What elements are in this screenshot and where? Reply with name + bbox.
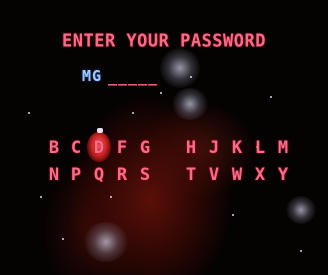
- letter-key-b[interactable]: B: [45, 138, 63, 158]
- letter-key-x[interactable]: X: [251, 165, 269, 185]
- letter-key-s[interactable]: S: [136, 165, 154, 185]
- nebula-cloud: [84, 222, 128, 262]
- star: [110, 196, 112, 198]
- cursor-marker-icon: [97, 128, 103, 133]
- letter-key-k[interactable]: K: [228, 138, 246, 158]
- star: [270, 96, 272, 98]
- star: [232, 214, 234, 216]
- letter-key-m[interactable]: M: [274, 138, 292, 158]
- password-remaining-blanks: _____: [108, 68, 159, 86]
- nebula-cloud: [286, 196, 316, 224]
- password-prompt-title: ENTER YOUR PASSWORD: [62, 30, 266, 52]
- keyboard-row-2: N P Q R S T V W X Y: [0, 165, 328, 185]
- letter-key-n[interactable]: N: [45, 165, 63, 185]
- letter-key-j[interactable]: J: [205, 138, 223, 158]
- letter-key-p[interactable]: P: [67, 165, 85, 185]
- letter-key-t[interactable]: T: [182, 165, 200, 185]
- star: [40, 196, 42, 198]
- star: [28, 112, 30, 114]
- keyboard-row-1: B C D F G H J K L M: [0, 138, 328, 158]
- letter-key-f[interactable]: F: [113, 138, 131, 158]
- password-screen: ENTER YOUR PASSWORD MG _____ B C D F G H…: [0, 0, 328, 275]
- star: [132, 112, 134, 114]
- nebula-cloud: [160, 48, 200, 88]
- letter-key-r[interactable]: R: [113, 165, 131, 185]
- letter-key-l[interactable]: L: [251, 138, 269, 158]
- letter-key-g[interactable]: G: [136, 138, 154, 158]
- star: [190, 76, 192, 78]
- letter-key-h[interactable]: H: [182, 138, 200, 158]
- letter-key-v[interactable]: V: [205, 165, 223, 185]
- star: [62, 238, 64, 240]
- letter-key-d[interactable]: D: [90, 138, 108, 158]
- star: [160, 92, 162, 94]
- star: [300, 250, 302, 252]
- letter-key-c[interactable]: C: [67, 138, 85, 158]
- letter-key-q[interactable]: Q: [90, 165, 108, 185]
- nebula-cloud: [172, 88, 208, 120]
- password-entered-text: MG: [82, 67, 103, 85]
- letter-key-y[interactable]: Y: [274, 165, 292, 185]
- letter-key-w[interactable]: W: [228, 165, 246, 185]
